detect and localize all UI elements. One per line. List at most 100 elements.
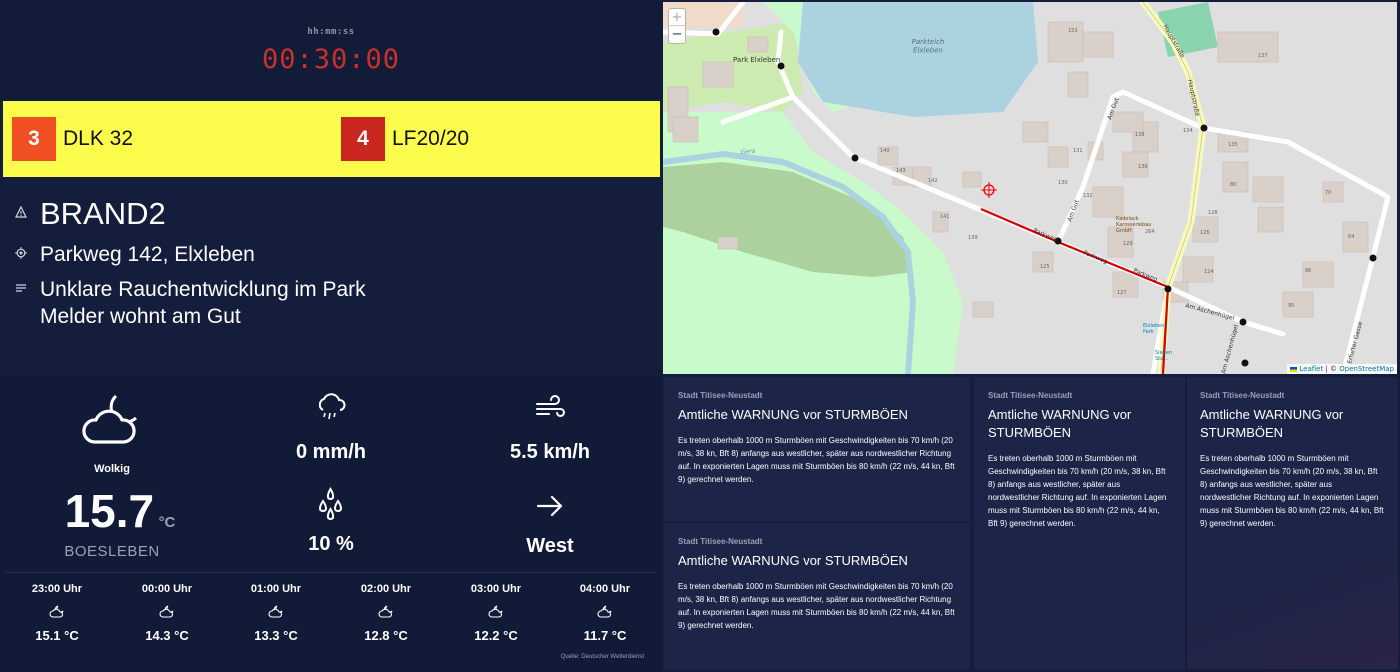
station-name: BOESLEBEN [64, 543, 160, 560]
weather-condition-label: Wolkig [94, 463, 130, 475]
weather-panel: Wolkig 15.7 °C BOESLEBEN 0 mm/h 10 % 5.5… [0, 376, 662, 672]
location-target-icon [14, 247, 28, 261]
warning-body: Es treten oberhalb 1000 m Sturmböen mit … [678, 436, 955, 484]
partly-cloudy-night-icon [117, 604, 217, 618]
temperature-value: 15.7 [64, 485, 155, 537]
map-label-river: Gera [741, 148, 756, 156]
warning-area: Stadt Titisee-Neustadt [678, 537, 763, 546]
wind-speed-block: 5.5 km/h [500, 394, 600, 464]
svg-text:130: 130 [1058, 180, 1068, 186]
cloud-moon-icon [62, 390, 162, 450]
weather-warning-card: Stadt Titisee-Neustadt Amtliche WARNUNG … [974, 377, 1185, 669]
svg-text:127: 127 [1117, 290, 1127, 296]
leaflet-link[interactable]: Leaflet [1299, 365, 1323, 373]
timer-panel: hh:mm:ss 00:30:00 [0, 0, 662, 100]
warning-area: Stadt Titisee-Neustadt [988, 391, 1073, 400]
zoom-in-button[interactable]: + [669, 9, 685, 26]
warning-body: Es treten oberhalb 1000 m Sturmböen mit … [988, 454, 1167, 528]
partly-cloudy-night-icon [336, 604, 436, 618]
notes-lines-icon [14, 282, 28, 296]
timer-countdown: 00:30:00 [261, 44, 401, 75]
forecast-temperature: 14.3 °C [145, 628, 189, 643]
warning-body: Es treten oberhalb 1000 m Sturmböen mit … [1200, 454, 1384, 528]
partly-cloudy-night-icon [226, 604, 326, 618]
svg-text:137: 137 [1258, 53, 1268, 59]
vehicle-count-badge: 3 [12, 117, 56, 161]
svg-text:264: 264 [1145, 229, 1155, 235]
alarm-keyword-row: BRAND2 [14, 196, 166, 232]
forecast-temperature: 12.2 °C [474, 628, 518, 643]
temperature-block: 15.7 °C [30, 484, 210, 538]
droplets-icon [281, 487, 381, 527]
warning-area: Stadt Titisee-Neustadt [1200, 391, 1285, 400]
forecast-time: 01:00 Uhr [250, 583, 302, 595]
vehicle-bar: 3 DLK 32 4 LF20/20 [3, 101, 660, 177]
svg-text:143: 143 [896, 168, 906, 174]
svg-text:86: 86 [1305, 268, 1311, 274]
warning-title: Amtliche WARNUNG vor STURMBÖEN [1200, 407, 1344, 440]
svg-text:128: 128 [1208, 210, 1218, 216]
forecast-time: 23:00 Uhr [31, 583, 83, 595]
svg-text:138: 138 [1135, 132, 1145, 138]
vehicle-name: DLK 32 [63, 127, 134, 150]
svg-text:64: 64 [1348, 234, 1354, 240]
wind-icon [500, 394, 600, 432]
weather-warning-card: Stadt Titisee-Neustadt Amtliche WARNUNG … [664, 377, 970, 521]
map-labels: Parkteich Elxleben [912, 38, 945, 54]
svg-text:126: 126 [1200, 230, 1210, 236]
attribution-separator: | © [1323, 365, 1340, 373]
forecast-temperature: 11.7 °C [583, 628, 627, 643]
forecast-item: 00:00 Uhr 14.3 °C [117, 583, 217, 643]
vehicle-item: 4 LF20/20 [341, 117, 469, 161]
temperature-unit: °C [158, 514, 176, 531]
warning-body: Es treten oberhalb 1000 m Sturmböen mit … [678, 582, 955, 630]
wind-speed-value: 5.5 km/h [509, 441, 591, 463]
svg-text:70: 70 [1325, 190, 1331, 196]
weather-warning-card: Stadt Titisee-Neustadt Amtliche WARNUNG … [664, 523, 970, 669]
alarm-note-line: Unklare Rauchentwicklung im Park [40, 278, 366, 301]
map-label-park: Park Elxleben [733, 56, 780, 64]
map-attribution: Leaflet | © OpenStreetMap [1287, 364, 1397, 374]
wind-direction-block: West [500, 494, 600, 558]
vehicle-count-badge: 4 [341, 117, 385, 161]
partly-cloudy-night-icon [446, 604, 546, 618]
timer-format-label: hh:mm:ss [307, 27, 355, 37]
warning-title: Amtliche WARNUNG vor STURMBÖEN [678, 407, 908, 422]
forecast-time: 02:00 Uhr [360, 583, 412, 595]
alarm-info-panel: BRAND2 Parkweg 142, Elxleben Unklare Rau… [0, 178, 662, 374]
pond [798, 2, 1038, 117]
warning-area: Stadt Titisee-Neustadt [678, 391, 763, 400]
partly-cloudy-night-icon [555, 604, 655, 618]
alarm-notes-row: Unklare Rauchentwicklung im Park Melder … [14, 276, 366, 330]
forecast-item: 04:00 Uhr 11.7 °C [555, 583, 655, 643]
svg-text:139: 139 [968, 235, 978, 241]
forecast-item: 03:00 Uhr 12.2 °C [446, 583, 546, 643]
svg-text:129: 129 [1123, 241, 1133, 247]
cloud-rain-icon [281, 392, 381, 432]
svg-text:142: 142 [928, 178, 938, 184]
precipitation-value: 0 mm/h [295, 441, 367, 463]
map-label-pond: Parkteich Elxleben [912, 38, 945, 54]
forecast-item: 01:00 Uhr 13.3 °C [226, 583, 326, 643]
vehicle-item: 3 DLK 32 [12, 117, 133, 161]
zoom-control: + − [668, 8, 686, 44]
weather-source: Quelle: Deutscher Wetterdienst [560, 654, 644, 660]
svg-text:140: 140 [880, 148, 890, 154]
svg-text:141: 141 [940, 214, 950, 220]
alarm-note-line: Melder wohnt am Gut [40, 305, 241, 328]
svg-text:80: 80 [1230, 182, 1236, 188]
map-canvas[interactable]: Parkteich Elxleben Park Elxleben Hauptstr… [663, 2, 1397, 374]
map-view[interactable]: Parkteich Elxleben Park Elxleben Hauptstr… [663, 2, 1397, 374]
zoom-out-button[interactable]: − [669, 26, 685, 43]
leaflet-flag-icon [1290, 366, 1298, 372]
forecast-temperature: 12.8 °C [364, 628, 408, 643]
warning-title: Amtliche WARNUNG vor STURMBÖEN [678, 553, 908, 568]
forecast-temperature: 13.3 °C [254, 628, 298, 643]
forecast-item: 02:00 Uhr 12.8 °C [336, 583, 436, 643]
svg-text:124: 124 [1204, 269, 1214, 275]
osm-link[interactable]: OpenStreetMap [1339, 365, 1394, 373]
wind-direction-value: West [526, 535, 574, 557]
humidity-value: 10 % [308, 533, 354, 555]
station-block: BOESLEBEN [12, 543, 212, 560]
warning-title: Amtliche WARNUNG vor STURMBÖEN [988, 407, 1132, 440]
